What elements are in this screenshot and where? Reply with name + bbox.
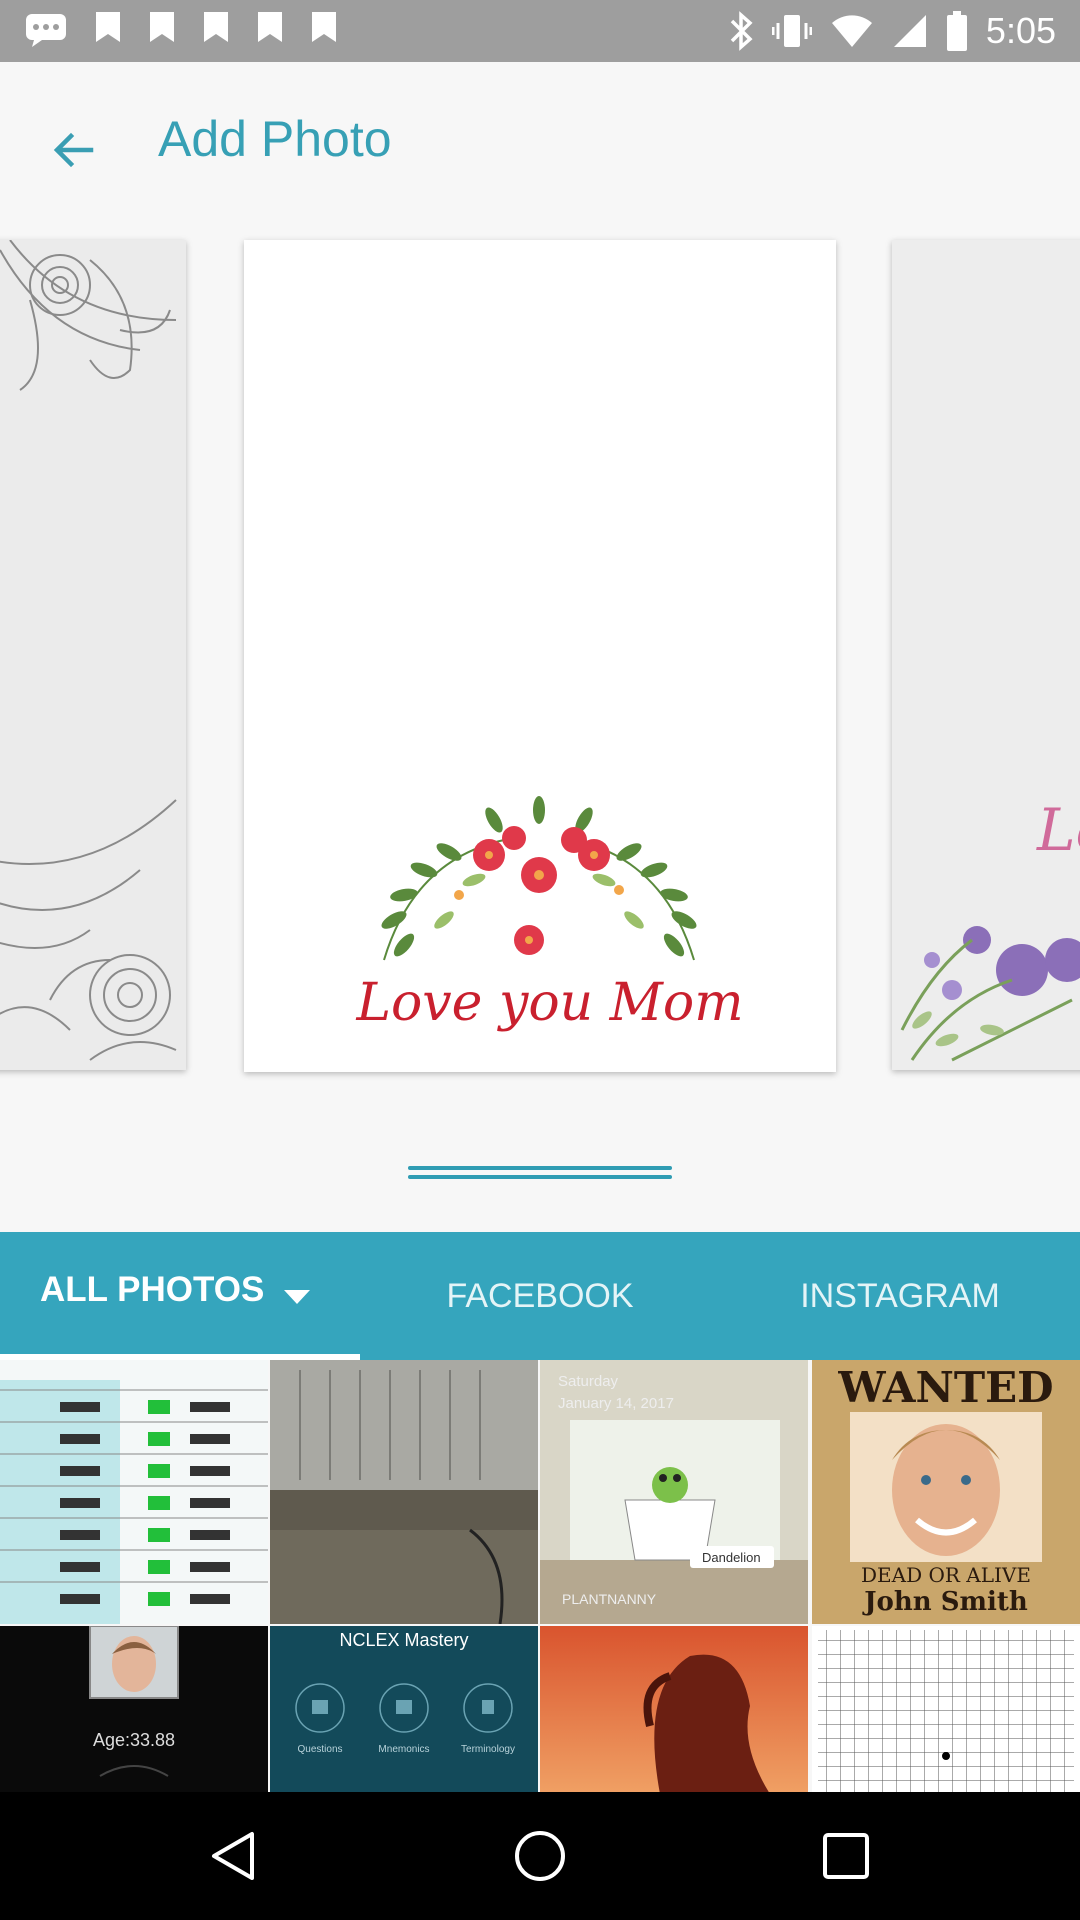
- tab-all-photos[interactable]: ALL PHOTOS: [0, 1232, 360, 1360]
- notification-icon: [312, 12, 336, 42]
- source-tabs: ALL PHOTOS FACEBOOK INSTAGRAM: [0, 1232, 1080, 1360]
- plant-card-day: Saturday: [558, 1373, 619, 1390]
- wanted-subtitle: DEAD OR ALIVE: [861, 1563, 1031, 1587]
- grid-paper-image: [812, 1626, 1080, 1792]
- photo-thumbnail[interactable]: [270, 1360, 538, 1624]
- nclex-item: Mnemonics: [378, 1744, 429, 1755]
- photo-thumbnail[interactable]: Age:33.88: [0, 1626, 268, 1792]
- page-title: Add Photo: [158, 111, 392, 167]
- tab-all-photos-label: ALL PHOTOS: [40, 1270, 265, 1309]
- photo-thumbnail[interactable]: Saturday January 14, 2017 Dandelion PLAN…: [540, 1360, 808, 1624]
- age-detector-image: Age:33.88: [0, 1626, 268, 1792]
- nclex-title: NCLEX Mastery: [339, 1630, 468, 1650]
- frame-card-selected[interactable]: Love you Mom: [244, 240, 836, 1072]
- tab-instagram[interactable]: INSTAGRAM: [720, 1232, 1080, 1360]
- plant-card-date: January 14, 2017: [558, 1395, 674, 1412]
- home-circle-icon[interactable]: [512, 1828, 568, 1884]
- card-partial-text: Lo: [1036, 796, 1080, 864]
- tab-facebook[interactable]: FACEBOOK: [360, 1232, 720, 1360]
- status-time: 5:05: [985, 10, 1056, 51]
- photo-thumbnail[interactable]: NCLEX Mastery Questions Mnemonics Termin…: [270, 1626, 538, 1792]
- photo-thumbnail[interactable]: [812, 1626, 1080, 1792]
- message-icon: [26, 14, 66, 47]
- app-content: Add Photo Love you Mom L ALL PHOTOS FACE…: [0, 62, 1080, 1792]
- mandala-image: [0, 240, 186, 1070]
- wifi-icon: [831, 15, 872, 47]
- bluetooth-icon: [730, 11, 753, 51]
- tab-instagram-label: INSTAGRAM: [800, 1276, 1000, 1315]
- battery-icon: [946, 11, 967, 51]
- wanted-poster-image: WANTED DEAD OR ALIVE John Smith: [812, 1360, 1080, 1624]
- wanted-name: John Smith: [862, 1587, 1028, 1617]
- arrow-back-icon: [53, 132, 93, 167]
- back-triangle-icon[interactable]: [206, 1828, 262, 1884]
- purple-flowers-image: Lo: [892, 240, 1080, 1070]
- photo-thumbnail[interactable]: [0, 1360, 268, 1624]
- status-bar: 5:05: [0, 0, 1080, 62]
- sunset-portrait-image: [540, 1626, 808, 1792]
- notification-icon: [258, 12, 282, 42]
- plant-card-brand: PLANTNANNY: [562, 1591, 657, 1607]
- status-right-icons: 5:05: [728, 10, 1056, 52]
- notification-icon: [204, 12, 228, 42]
- plant-app-image: Saturday January 14, 2017 Dandelion PLAN…: [540, 1360, 808, 1624]
- notification-icon: [96, 12, 120, 42]
- wanted-title: WANTED: [837, 1363, 1053, 1412]
- plant-card-tag: Dandelion: [702, 1550, 761, 1565]
- dropdown-arrow-icon: [284, 1290, 310, 1304]
- tab-facebook-label: FACEBOOK: [446, 1276, 634, 1315]
- vibrate-icon: [771, 15, 812, 47]
- nclex-item: Terminology: [461, 1744, 515, 1755]
- app-bar: Add Photo: [0, 62, 1080, 212]
- signal-icon: [893, 15, 926, 47]
- spreadsheet-image: [0, 1360, 268, 1624]
- recents-square-icon[interactable]: [818, 1828, 874, 1884]
- notification-icon: [150, 12, 174, 42]
- age-label: Age:33.88: [93, 1730, 175, 1750]
- carousel-indicator: [408, 1166, 672, 1180]
- flower-bouquet-image: Love you Mom: [355, 796, 744, 1033]
- nclex-app-image: NCLEX Mastery Questions Mnemonics Termin…: [270, 1626, 538, 1792]
- card-greeting-text: Love you Mom: [355, 973, 743, 1033]
- frame-card-next[interactable]: Lo: [892, 240, 1080, 1070]
- wall-image: [270, 1360, 538, 1624]
- back-button[interactable]: [30, 107, 115, 192]
- status-left-icons: [24, 12, 338, 48]
- photo-thumbnail[interactable]: WANTED DEAD OR ALIVE John Smith: [812, 1360, 1080, 1624]
- nclex-item: Questions: [297, 1744, 342, 1755]
- frame-card-previous[interactable]: [0, 240, 186, 1070]
- photo-thumbnail[interactable]: [540, 1626, 808, 1792]
- navigation-bar: [0, 1792, 1080, 1920]
